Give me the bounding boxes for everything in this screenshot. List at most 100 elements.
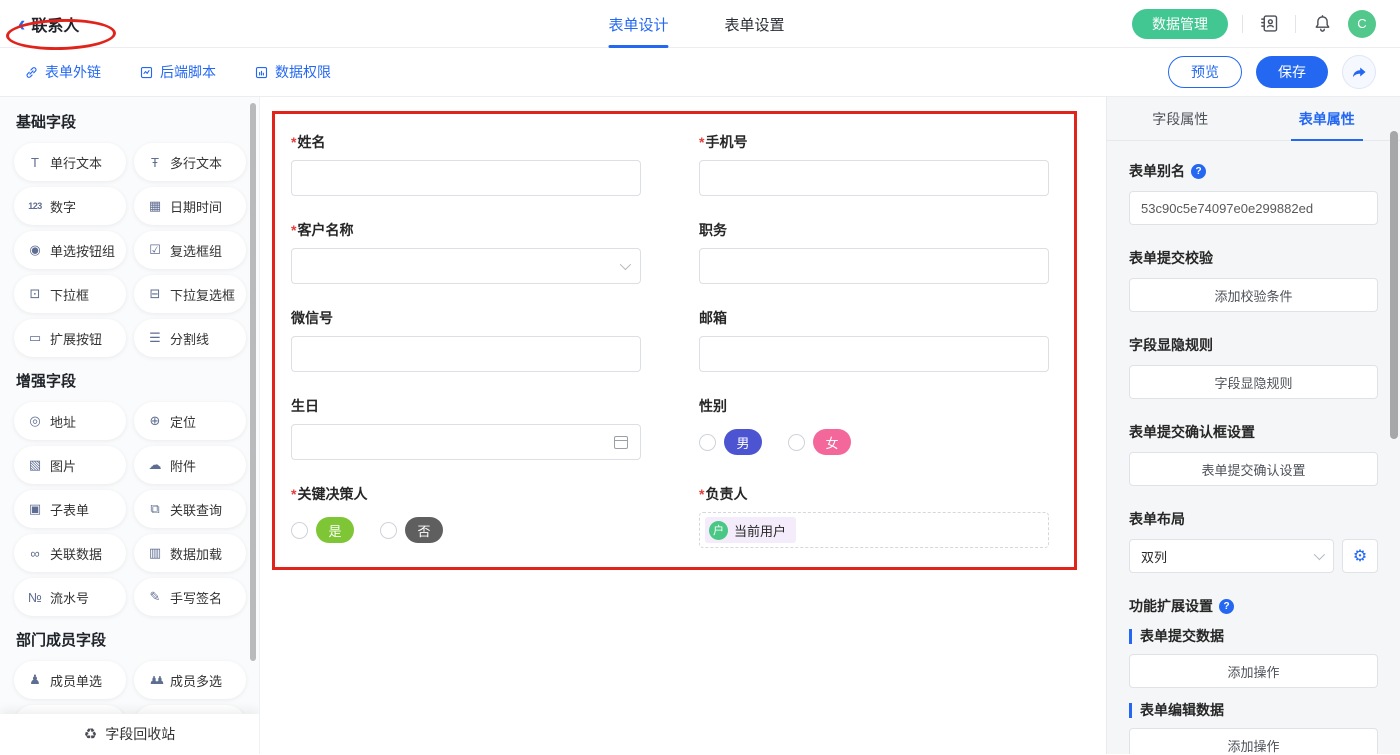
form-alias-input[interactable]: 53c90c5e74097e0e299882ed	[1129, 191, 1378, 225]
form-field-wechat[interactable]: 微信号	[291, 308, 641, 372]
field-item-address[interactable]: ◎地址	[14, 402, 126, 440]
field-item-label: 单行文本	[50, 153, 102, 172]
tab-field-properties[interactable]: 字段属性	[1107, 97, 1254, 140]
data-permission-link[interactable]: 数据权限	[254, 62, 331, 82]
field-item-member-multi[interactable]: ♟♟成员多选	[134, 661, 246, 699]
help-icon[interactable]: ?	[1191, 164, 1206, 179]
decision-option-no[interactable]: 否	[380, 517, 443, 543]
form-field-phone[interactable]: *手机号	[699, 132, 1049, 196]
link-icon	[24, 65, 39, 80]
help-icon[interactable]: ?	[1219, 599, 1234, 614]
panel-scrollbar[interactable]	[1390, 131, 1398, 439]
tab-form-design[interactable]: 表单设计	[608, 0, 668, 48]
sidebar-scrollbar[interactable]	[250, 103, 256, 661]
field-item-subform[interactable]: ▣子表单	[14, 490, 126, 528]
decision-option-yes[interactable]: 是	[291, 517, 354, 543]
name-input[interactable]	[291, 160, 641, 196]
form-field-birthday[interactable]: 生日	[291, 396, 641, 460]
field-item-single-line-text[interactable]: T单行文本	[14, 143, 126, 181]
share-button[interactable]	[1342, 55, 1376, 89]
field-item-multi-dropdown[interactable]: ⊟下拉复选框	[134, 275, 246, 313]
position-input[interactable]	[699, 248, 1049, 284]
field-item-signature[interactable]: ✎手写签名	[134, 578, 246, 616]
radio-icon[interactable]	[699, 434, 716, 451]
image-icon: ▧	[27, 457, 43, 473]
field-item-member-single[interactable]: ♟成员单选	[14, 661, 126, 699]
submit-confirm-button[interactable]: 表单提交确认设置	[1129, 452, 1378, 486]
field-item-related-data[interactable]: ∞关联数据	[14, 534, 126, 572]
radio-icon[interactable]	[788, 434, 805, 451]
tab-form-properties[interactable]: 表单属性	[1254, 97, 1400, 140]
form-field-key-decision-maker[interactable]: *关键决策人 是 否	[291, 484, 641, 548]
form-canvas[interactable]: *姓名 *手机号 *客户名称 职务 微信号	[260, 97, 1106, 754]
field-item-location[interactable]: ⊕定位	[134, 402, 246, 440]
field-item-extend-button[interactable]: ▭扩展按钮	[14, 319, 126, 357]
field-item-label: 地址	[50, 412, 76, 431]
field-item-checkbox-group[interactable]: ☑复选框组	[134, 231, 246, 269]
form-field-gender[interactable]: 性别 男 女	[699, 396, 1049, 460]
owner-user-picker[interactable]: 户 当前用户	[699, 512, 1049, 548]
save-button[interactable]: 保存	[1256, 56, 1328, 88]
recycle-label: 字段回收站	[105, 724, 175, 744]
field-item-label: 关联数据	[50, 544, 102, 563]
back-button[interactable]: ‹ 联系人	[0, 12, 79, 36]
current-user-tag[interactable]: 户 当前用户	[705, 517, 796, 543]
field-item-label: 日期时间	[170, 197, 222, 216]
field-item-related-query[interactable]: ⧉关联查询	[134, 490, 246, 528]
field-item-datetime[interactable]: ▦日期时间	[134, 187, 246, 225]
field-item-image[interactable]: ▧图片	[14, 446, 126, 484]
female-pill[interactable]: 女	[813, 429, 851, 455]
submit-data-sub-label: 表单提交数据	[1129, 629, 1378, 644]
chevron-down-icon	[620, 259, 631, 270]
yes-pill[interactable]: 是	[316, 517, 354, 543]
required-mark: *	[291, 486, 296, 502]
form-external-link[interactable]: 表单外链	[24, 62, 101, 82]
add-validation-button[interactable]: 添加校验条件	[1129, 278, 1378, 312]
edit-data-sub-label: 表单编辑数据	[1129, 703, 1378, 718]
field-item-divider-line[interactable]: ☰分割线	[134, 319, 246, 357]
no-pill[interactable]: 否	[405, 517, 443, 543]
backend-script-link[interactable]: 后端脚本	[139, 62, 216, 82]
wechat-input[interactable]	[291, 336, 641, 372]
notification-bell-icon[interactable]	[1310, 12, 1334, 36]
submit-data-add-action-button[interactable]: 添加操作	[1129, 654, 1378, 688]
gender-option-female[interactable]: 女	[788, 429, 851, 455]
field-recycle-bin[interactable]: ♻ 字段回收站	[0, 714, 259, 754]
data-manage-button[interactable]: 数据管理	[1132, 9, 1228, 39]
field-item-serial-number[interactable]: №流水号	[14, 578, 126, 616]
radio-icon[interactable]	[380, 522, 397, 539]
field-item-radio-group[interactable]: ◉单选按钮组	[14, 231, 126, 269]
customer-select[interactable]	[291, 248, 641, 284]
field-item-attachment[interactable]: ☁附件	[134, 446, 246, 484]
form-field-customer[interactable]: *客户名称	[291, 220, 641, 284]
required-mark: *	[291, 134, 296, 150]
gender-option-male[interactable]: 男	[699, 429, 762, 455]
form-field-name[interactable]: *姓名	[291, 132, 641, 196]
preview-button[interactable]: 预览	[1168, 56, 1242, 88]
form-field-owner[interactable]: *负责人 户 当前用户	[699, 484, 1049, 548]
tab-form-settings[interactable]: 表单设置	[724, 0, 784, 48]
user-avatar[interactable]: C	[1348, 10, 1376, 38]
contact-book-icon[interactable]	[1257, 12, 1281, 36]
layout-settings-button[interactable]: ⚙	[1342, 539, 1378, 573]
form-field-email[interactable]: 邮箱	[699, 308, 1049, 372]
field-item-number[interactable]: 123数字	[14, 187, 126, 225]
tool-link-label: 后端脚本	[160, 62, 216, 82]
field-item-label: 扩展按钮	[50, 329, 102, 348]
submit-validation-label: 表单提交校验	[1129, 248, 1378, 268]
form-layout-select[interactable]: 双列	[1129, 539, 1334, 573]
field-item-data-load[interactable]: ▥数据加载	[134, 534, 246, 572]
field-visibility-button[interactable]: 字段显隐规则	[1129, 365, 1378, 399]
field-label: 性别	[699, 396, 727, 416]
field-item-label: 数据加载	[170, 544, 222, 563]
field-item-multi-line-text[interactable]: Ŧ多行文本	[134, 143, 246, 181]
form-field-position[interactable]: 职务	[699, 220, 1049, 284]
field-label: 负责人	[705, 484, 747, 504]
birthday-date-input[interactable]	[291, 424, 641, 460]
phone-input[interactable]	[699, 160, 1049, 196]
field-item-dropdown[interactable]: ⊡下拉框	[14, 275, 126, 313]
email-input[interactable]	[699, 336, 1049, 372]
radio-icon[interactable]	[291, 522, 308, 539]
edit-data-add-action-button[interactable]: 添加操作	[1129, 728, 1378, 754]
male-pill[interactable]: 男	[724, 429, 762, 455]
